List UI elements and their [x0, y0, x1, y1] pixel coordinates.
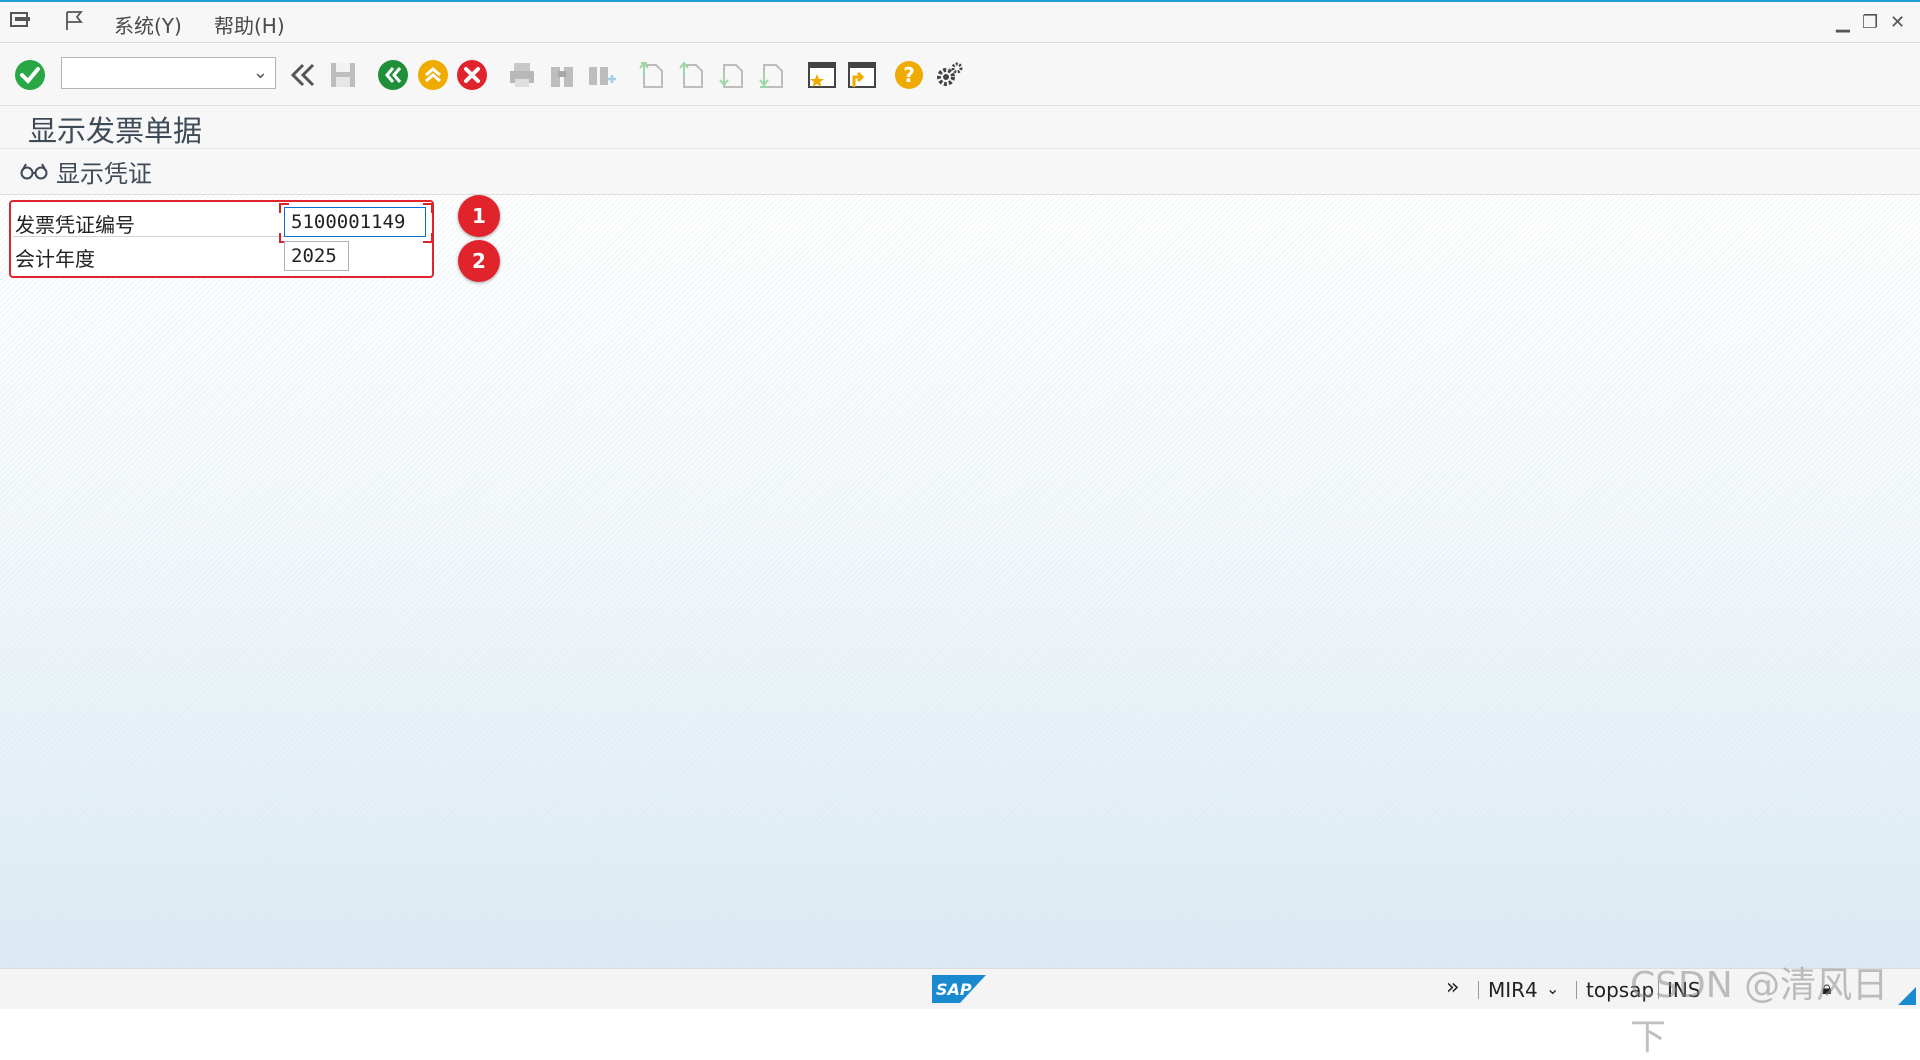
back-double-chevron-icon[interactable] [287, 59, 319, 91]
menu-help[interactable]: 帮助(H) [214, 10, 285, 39]
title-bar: 显示发票单据 [0, 106, 1920, 149]
fiscal-year-row: 会计年度 [13, 238, 295, 271]
invoice-number-input[interactable]: 5100001149 [284, 207, 426, 237]
next-page-icon[interactable] [716, 59, 748, 91]
help-icon[interactable]: ? [893, 59, 925, 91]
transaction-code: MIR4 [1488, 978, 1538, 1002]
back-icon[interactable] [377, 59, 409, 91]
exit-icon[interactable] [417, 59, 449, 91]
invoice-number-label: 发票凭证编号 [15, 213, 135, 237]
find-next-icon[interactable] [586, 59, 618, 91]
cancel-icon[interactable] [456, 59, 488, 91]
minimize-icon[interactable]: ▁ [1836, 12, 1850, 33]
focus-bracket-bottom-right [423, 233, 433, 243]
fiscal-year-label: 会计年度 [15, 247, 95, 271]
selection-form: 发票凭证编号 会计年度 5100001149 2025 [9, 200, 434, 278]
print-icon[interactable] [506, 59, 538, 91]
annotation-badge-1: 1 [458, 195, 500, 237]
page-title: 显示发票单据 [28, 114, 203, 148]
previous-page-icon[interactable] [676, 59, 708, 91]
invoice-number-row: 发票凭证编号 [13, 204, 295, 237]
system-toolbar: ⌄ ? [0, 43, 1920, 106]
svg-text:?: ? [903, 63, 915, 87]
focus-bracket-top-right [423, 203, 433, 213]
expand-status-icon[interactable]: » [1446, 975, 1459, 1000]
command-field[interactable]: ⌄ [61, 57, 276, 89]
settings-icon[interactable] [933, 59, 965, 91]
menu-system[interactable]: 系统(Y) [114, 10, 182, 39]
first-page-icon[interactable] [636, 59, 668, 91]
watermark: CSDN @清风日下 [1630, 965, 1889, 1058]
create-session-icon[interactable] [806, 59, 838, 91]
focus-bracket-top-left [279, 203, 289, 213]
annotation-badge-2: 2 [458, 240, 500, 282]
favorites-flag-icon[interactable] [64, 10, 86, 32]
enter-icon[interactable] [14, 59, 46, 91]
svg-text:SAP: SAP [936, 980, 972, 999]
find-icon[interactable] [546, 59, 578, 91]
shortcut-icon[interactable] [846, 59, 878, 91]
restore-icon[interactable]: ❐ [1862, 12, 1878, 33]
menu-bar: 系统(Y) 帮助(H) ▁ ❐ ✕ [0, 2, 1920, 43]
close-icon[interactable]: ✕ [1890, 12, 1905, 33]
status-separator [1576, 981, 1577, 999]
display-document-button[interactable]: 显示凭证 [20, 154, 152, 188]
sap-logo: SAP [932, 975, 986, 1003]
chevron-down-icon[interactable]: ⌄ [253, 62, 268, 83]
display-document-label: 显示凭证 [56, 159, 152, 188]
last-page-icon[interactable] [756, 59, 788, 91]
fiscal-year-input[interactable]: 2025 [284, 241, 349, 271]
application-toolbar: 显示凭证 [0, 149, 1920, 195]
save-icon[interactable] [327, 59, 359, 91]
menu-icon[interactable] [10, 10, 32, 30]
main-content: 发票凭证编号 会计年度 5100001149 2025 1 2 [0, 195, 1920, 968]
status-separator [1478, 981, 1479, 999]
glasses-icon [20, 163, 48, 180]
transaction-chevron-icon[interactable]: ⌄ [1546, 979, 1559, 998]
